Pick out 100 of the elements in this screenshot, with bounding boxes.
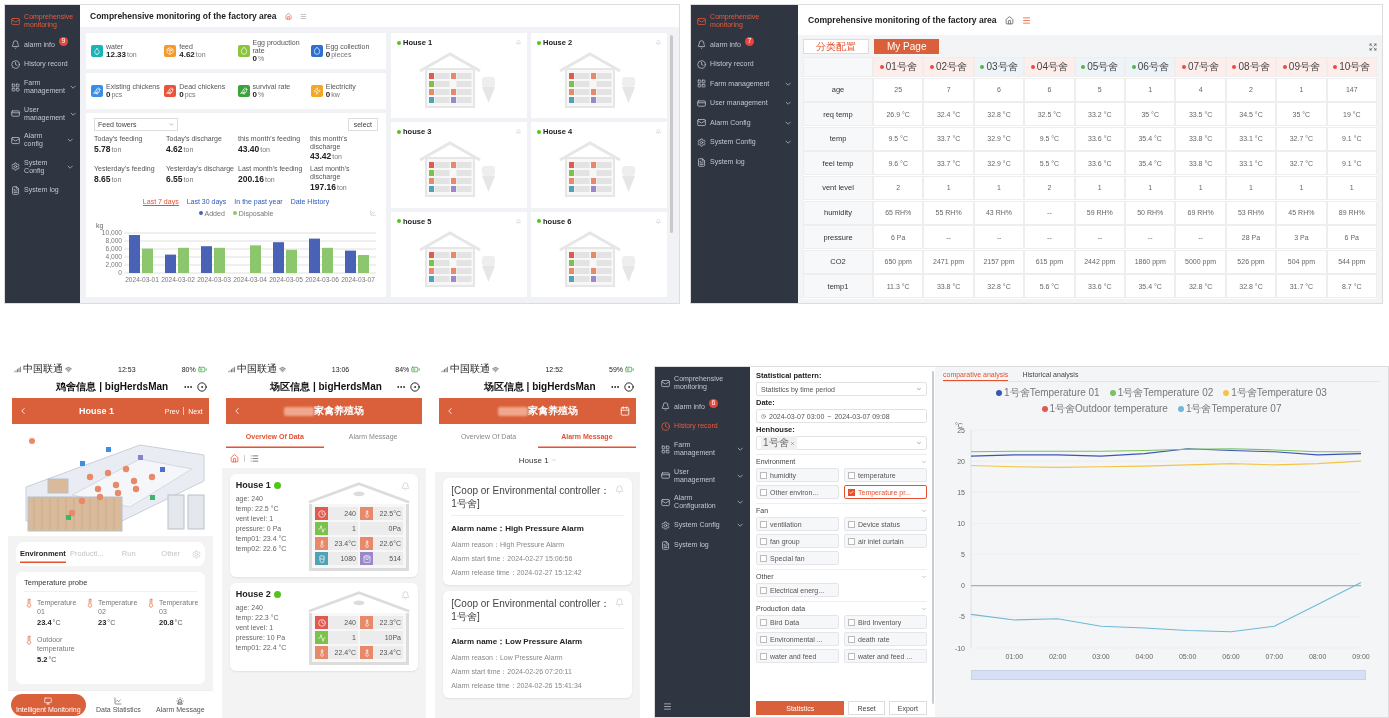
bar [358, 254, 369, 273]
target-icon[interactable] [410, 382, 421, 392]
legend-label: 1号舍Temperature 02 [1117, 386, 1214, 400]
settings-icon[interactable] [191, 549, 201, 559]
column-label: 03号舍 [986, 60, 1018, 74]
bar [214, 247, 225, 273]
house-dropdown[interactable]: House 1 [512, 454, 563, 466]
checkbox [760, 618, 767, 626]
carrier-name: 中国联通 [23, 362, 63, 376]
bar [273, 241, 284, 273]
chevron-icon [65, 162, 74, 172]
checkbox [760, 635, 767, 643]
checkbox [848, 635, 855, 643]
page-title: Comprehensive monitoring of the factory area [808, 15, 997, 25]
house-tag: 1号舍 [761, 436, 797, 450]
chevron-icon [916, 386, 922, 392]
nav-icon [176, 696, 185, 705]
menu-item-icon [697, 137, 707, 148]
legend-label: 1号舍Temperature 07 [1185, 402, 1282, 416]
header-title: 家禽养殖场 [527, 404, 578, 418]
wifi-icon [65, 365, 72, 373]
tag-select-field[interactable]: 1号舍 [756, 436, 927, 450]
bell-icon[interactable] [656, 129, 661, 135]
menu-item-icon [661, 520, 671, 531]
menu-item-icon [11, 185, 21, 195]
bell-icon[interactable] [401, 482, 411, 491]
bell-icon[interactable] [516, 40, 521, 45]
menu-item-icon [697, 40, 707, 50]
toolbar-button[interactable]: 分类配置 [803, 39, 869, 54]
column-label: 01号舍 [885, 60, 917, 74]
bar [345, 250, 356, 273]
menu-item-icon [11, 59, 21, 69]
menu-item-icon [661, 421, 671, 431]
caret-icon [550, 457, 557, 463]
chevron-icon[interactable] [921, 458, 927, 465]
menu-item-icon [11, 162, 21, 172]
thermometer-icon [146, 598, 156, 608]
nav-icon [114, 696, 123, 705]
remove-icon[interactable] [789, 440, 795, 446]
column-label: 06号舍 [1137, 60, 1169, 74]
sensor-icon [360, 616, 373, 629]
column-label: 05号舍 [1087, 60, 1119, 74]
bell-icon[interactable] [516, 129, 521, 135]
chevron-icon [783, 138, 792, 147]
checkbox [848, 471, 855, 479]
bar [250, 245, 261, 273]
checkbox [848, 488, 855, 496]
target-icon[interactable] [196, 382, 207, 392]
chevron-icon[interactable] [921, 605, 927, 612]
bell-icon[interactable] [615, 598, 624, 607]
bell-icon[interactable] [656, 40, 661, 45]
menu-icon[interactable] [1021, 15, 1031, 25]
menu-item-icon [697, 157, 707, 167]
menu-item-icon [697, 118, 707, 128]
alarm-source: [Coop or Environmental controller：1号舍] [451, 485, 611, 510]
fullscreen-icon[interactable] [1369, 42, 1377, 51]
redacted-block [497, 406, 528, 416]
bell-icon[interactable] [656, 218, 661, 224]
menu-item-icon [11, 40, 21, 50]
home-icon[interactable] [229, 453, 239, 463]
menu-icon[interactable] [299, 12, 307, 20]
chevron-icon[interactable] [921, 573, 927, 580]
menu-item-icon [11, 82, 21, 92]
checkbox [760, 488, 767, 496]
calendar-icon[interactable] [620, 406, 630, 416]
back-icon[interactable] [18, 406, 28, 416]
column-label: 04号舍 [1036, 60, 1068, 74]
menu-item-icon [697, 79, 707, 89]
home-icon[interactable] [1004, 15, 1014, 25]
sensor-icon [315, 507, 328, 520]
checkbox [760, 520, 767, 528]
checkbox [760, 537, 767, 545]
bell-icon[interactable] [401, 591, 411, 600]
sensor-icon [315, 552, 328, 565]
chevron-icon[interactable] [921, 507, 927, 514]
menu-item-icon [661, 378, 671, 388]
chevron-icon [65, 136, 74, 145]
checkbox [848, 537, 855, 545]
header-title: 家禽养殖场 [314, 404, 364, 418]
bell-icon[interactable] [615, 485, 624, 494]
sensor-icon [360, 646, 373, 659]
chevron-icon [735, 445, 744, 454]
checkbox [848, 618, 855, 626]
bar [142, 248, 153, 273]
menu-item-icon [661, 497, 671, 507]
chart-toggle-icon[interactable] [370, 209, 376, 216]
sensor-icon [360, 537, 373, 550]
menu-item-icon [661, 471, 671, 481]
thermometer-icon [24, 598, 34, 608]
redacted-block [284, 406, 314, 416]
toolbar-button[interactable]: My Page [874, 39, 940, 54]
bell-icon[interactable] [516, 218, 521, 224]
home-icon[interactable] [284, 12, 292, 20]
target-icon[interactable] [624, 382, 634, 392]
collapse-menu-icon[interactable] [663, 702, 672, 711]
column-label: 10号舍 [1339, 60, 1371, 74]
battery-icon [197, 364, 207, 374]
signal-icon [14, 365, 21, 373]
range-slider[interactable] [971, 670, 1366, 680]
list-icon[interactable] [249, 453, 259, 463]
